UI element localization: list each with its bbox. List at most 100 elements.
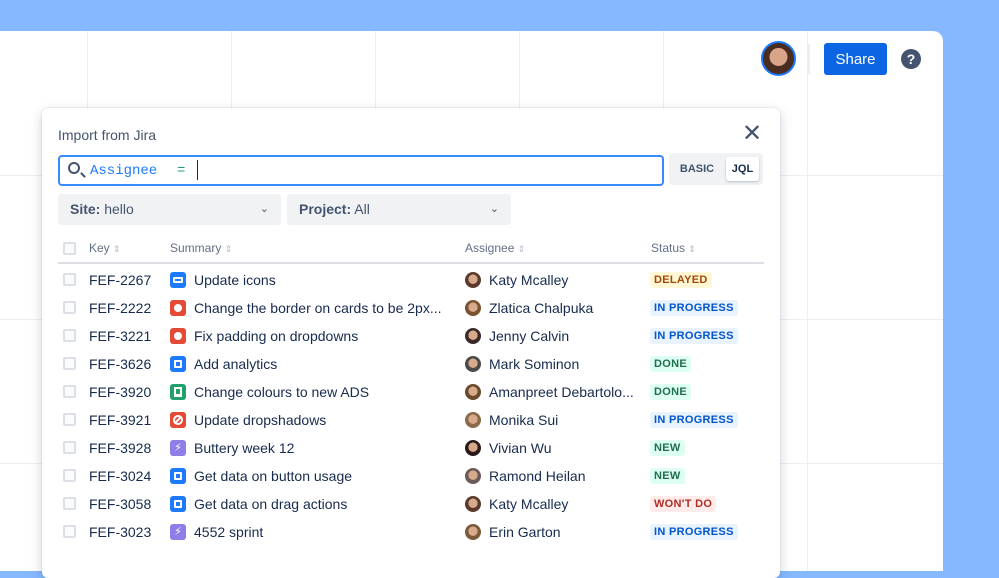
issue-summary: Fix padding on dropdowns	[194, 328, 359, 344]
assignee-avatar	[465, 356, 481, 372]
header-divider	[58, 262, 764, 264]
issue-summary: Get data on drag actions	[194, 496, 348, 512]
sort-icon: ⇕	[224, 244, 233, 254]
basic-mode-button[interactable]: BASIC	[675, 157, 719, 181]
assignee-name: Monika Sui	[489, 412, 559, 428]
assignee-name: Katy Mcalley	[489, 496, 569, 512]
table-row[interactable]: FEF-2267 Update icons Katy Mcalley DELAY…	[42, 266, 780, 294]
issue-key[interactable]: FEF-3221	[89, 328, 151, 344]
share-button[interactable]: Share	[824, 43, 887, 75]
row-checkbox[interactable]	[63, 357, 76, 370]
issue-key[interactable]: FEF-3626	[89, 356, 151, 372]
issue-summary: Add analytics	[194, 356, 278, 372]
bug-icon	[170, 300, 186, 316]
assignee-avatar	[465, 524, 481, 540]
jql-search-input[interactable]: Assignee =	[58, 155, 664, 186]
column-header-status[interactable]: Status ⇕	[651, 241, 696, 255]
table-row[interactable]: FEF-3626 Add analytics Mark Sominon DONE	[42, 350, 780, 378]
sort-icon: ⇕	[688, 244, 696, 254]
user-avatar[interactable]	[761, 41, 796, 76]
status-badge: NEW	[650, 440, 685, 456]
column-label: Summary	[170, 241, 222, 255]
row-checkbox[interactable]	[63, 329, 76, 342]
table-row[interactable]: FEF-3921 Update dropshadows Monika Sui I…	[42, 406, 780, 434]
table-row[interactable]: FEF-2222 Change the border on cards to b…	[42, 294, 780, 322]
table-row[interactable]: FEF-3221 Fix padding on dropdowns Jenny …	[42, 322, 780, 350]
site-label: Site:	[70, 201, 101, 217]
project-label: Project:	[299, 201, 352, 217]
assignee-name: Ramond Heilan	[489, 468, 586, 484]
task-icon	[170, 272, 186, 288]
issue-summary: Update icons	[194, 272, 276, 288]
jql-operator: =	[177, 163, 186, 179]
issue-key[interactable]: FEF-3928	[89, 440, 151, 456]
row-checkbox[interactable]	[63, 469, 76, 482]
issue-summary: Get data on button usage	[194, 468, 353, 484]
select-all-checkbox[interactable]	[63, 242, 76, 255]
column-header-assignee[interactable]: Assignee ⇕	[465, 241, 525, 255]
epic-icon: ⚡︎	[170, 440, 186, 456]
row-checkbox[interactable]	[63, 441, 76, 454]
table-row[interactable]: FEF-3023 ⚡︎ 4552 sprint Erin Garton IN P…	[42, 518, 780, 546]
table-row[interactable]: FEF-3920 Change colours to new ADS Amanp…	[42, 378, 780, 406]
task-icon	[170, 356, 186, 372]
issue-summary: Update dropshadows	[194, 412, 327, 428]
issue-summary: Buttery week 12	[194, 440, 295, 456]
site-dropdown[interactable]: Site: hello ⌄	[58, 194, 281, 225]
assignee-name: Jenny Calvin	[489, 328, 570, 344]
sort-icon: ⇕	[113, 244, 121, 254]
project-value: All	[354, 201, 370, 217]
assignee-name: Zlatica Chalpuka	[489, 300, 594, 316]
status-badge: DELAYED	[650, 272, 712, 288]
column-label: Key	[89, 241, 110, 255]
dialog-title: Import from Jira	[58, 127, 157, 143]
jql-mode-button[interactable]: JQL	[726, 157, 759, 181]
column-header-key[interactable]: Key ⇕	[89, 241, 121, 255]
row-checkbox[interactable]	[63, 385, 76, 398]
chevron-down-icon: ⌄	[489, 203, 499, 215]
column-label: Status	[651, 241, 686, 255]
issue-key[interactable]: FEF-3058	[89, 496, 151, 512]
table-row[interactable]: FEF-3928 ⚡︎ Buttery week 12 Vivian Wu NE…	[42, 434, 780, 462]
table-row[interactable]: FEF-3058 Get data on drag actions Katy M…	[42, 490, 780, 518]
issue-summary: Change the border on cards to be 2px...	[194, 300, 442, 316]
import-from-jira-dialog: Import from Jira ✕ Assignee = BASIC JQL …	[42, 108, 780, 578]
status-badge: IN PROGRESS	[650, 328, 738, 344]
issue-key[interactable]: FEF-3023	[89, 524, 151, 540]
status-badge: IN PROGRESS	[650, 300, 738, 316]
status-badge: WON'T DO	[650, 496, 717, 512]
story-icon	[170, 384, 186, 400]
issue-summary: Change colours to new ADS	[194, 384, 370, 400]
divider	[808, 44, 810, 74]
search-icon	[68, 162, 80, 174]
help-icon[interactable]: ?	[901, 49, 921, 69]
issue-key[interactable]: FEF-3920	[89, 384, 151, 400]
row-checkbox[interactable]	[63, 301, 76, 314]
blocked-icon	[170, 412, 186, 428]
close-icon[interactable]: ✕	[742, 122, 762, 146]
row-checkbox[interactable]	[63, 273, 76, 286]
task-icon	[170, 468, 186, 484]
assignee-name: Erin Garton	[489, 524, 561, 540]
issue-key[interactable]: FEF-3024	[89, 468, 151, 484]
row-checkbox[interactable]	[63, 413, 76, 426]
column-header-summary[interactable]: Summary ⇕	[170, 241, 232, 255]
row-checkbox[interactable]	[63, 497, 76, 510]
status-badge: IN PROGRESS	[650, 524, 738, 540]
assignee-avatar	[465, 384, 481, 400]
project-dropdown[interactable]: Project: All ⌄	[287, 194, 511, 225]
assignee-name: Amanpreet Debartolo...	[489, 384, 634, 400]
status-badge: NEW	[650, 468, 685, 484]
assignee-name: Vivian Wu	[489, 440, 552, 456]
issue-key[interactable]: FEF-3921	[89, 412, 151, 428]
assignee-name: Katy Mcalley	[489, 272, 569, 288]
grid-line	[807, 31, 808, 571]
issue-summary: 4552 sprint	[194, 524, 264, 540]
text-caret	[197, 160, 198, 180]
issue-key[interactable]: FEF-2267	[89, 272, 151, 288]
issue-key[interactable]: FEF-2222	[89, 300, 151, 316]
table-row[interactable]: FEF-3024 Get data on button usage Ramond…	[42, 462, 780, 490]
assignee-avatar	[465, 468, 481, 484]
row-checkbox[interactable]	[63, 525, 76, 538]
status-badge: IN PROGRESS	[650, 412, 738, 428]
